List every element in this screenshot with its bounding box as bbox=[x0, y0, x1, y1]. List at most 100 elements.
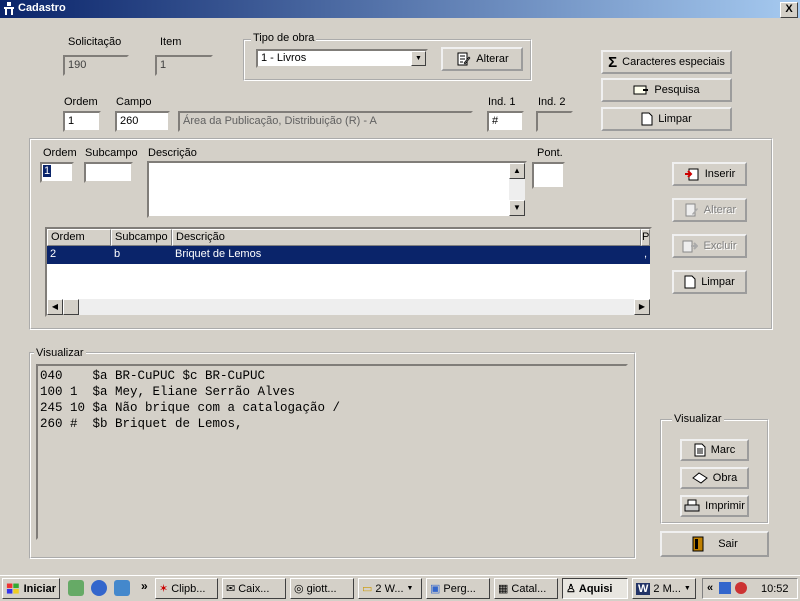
word-icon: W bbox=[636, 582, 651, 595]
descricao-textarea[interactable]: ▲ ▼ bbox=[147, 161, 527, 218]
task-m[interactable]: W2 M... ▼ bbox=[632, 578, 696, 599]
task-label: 2 W... bbox=[375, 582, 404, 595]
app-icon bbox=[4, 2, 14, 15]
blank-page-icon bbox=[641, 112, 653, 126]
subcampo-field[interactable] bbox=[84, 162, 133, 183]
pointing-hand-icon bbox=[633, 85, 649, 95]
clipboard-icon: ✶ bbox=[159, 583, 169, 595]
visualizar-legend: Visualizar bbox=[34, 347, 86, 359]
task-w[interactable]: ▭ 2 W... ▼ bbox=[358, 578, 422, 599]
obra-button[interactable]: Obra bbox=[680, 467, 749, 489]
scroll-up-icon[interactable]: ▲ bbox=[509, 163, 525, 179]
exit-door-icon bbox=[692, 536, 704, 552]
delete-icon bbox=[682, 240, 699, 253]
task-giott[interactable]: ◎ giott... bbox=[290, 578, 354, 599]
campo-label: Campo bbox=[116, 96, 152, 108]
limpar-sub-button[interactable]: Limpar bbox=[672, 270, 747, 294]
item-field: 1 bbox=[155, 55, 213, 76]
marc-line: 100 1 $a Mey, Eliane Serrão Alves bbox=[40, 385, 296, 399]
task-label: Perg... bbox=[443, 582, 476, 595]
grid-header-subcampo[interactable]: Subcampo bbox=[111, 229, 172, 246]
ordem-field[interactable]: 1 bbox=[63, 111, 101, 132]
pesquisa-label: Pesquisa bbox=[654, 84, 700, 96]
marc-button[interactable]: Marc bbox=[680, 439, 749, 461]
tipo-obra-alterar-button[interactable]: Alterar bbox=[441, 47, 523, 71]
task-aquisi[interactable]: ♙ Aquisi bbox=[562, 578, 628, 599]
close-button[interactable]: X bbox=[780, 2, 798, 18]
excluir-button[interactable]: Excluir bbox=[672, 234, 747, 258]
tipo-obra-value: 1 - Livros bbox=[261, 52, 307, 64]
pont-field[interactable] bbox=[532, 162, 565, 189]
ind2-label: Ind. 2 bbox=[538, 96, 566, 108]
pesquisa-button[interactable]: Pesquisa bbox=[601, 78, 732, 102]
start-button[interactable]: Iniciar bbox=[2, 578, 60, 599]
blank-page-icon bbox=[684, 275, 696, 289]
chevron-down-icon: ▼ bbox=[406, 585, 414, 592]
ordem-label: Ordem bbox=[64, 96, 98, 108]
chevron-more-icon[interactable]: » bbox=[141, 579, 148, 593]
chevron-down-icon[interactable]: ▼ bbox=[411, 51, 426, 66]
marc-line: 245 10 $a Não brique com a catalogação / bbox=[40, 401, 341, 415]
browser-icon[interactable] bbox=[91, 580, 107, 596]
edit-document-icon bbox=[685, 203, 698, 217]
alterar-button[interactable]: Alterar bbox=[672, 198, 747, 222]
grid-header-ordem[interactable]: Ordem bbox=[47, 229, 111, 246]
quicklaunch-icon[interactable] bbox=[68, 580, 84, 596]
desktop-icon[interactable] bbox=[114, 580, 130, 596]
system-tray: « 10:52 bbox=[702, 578, 798, 599]
task-label: Clipb... bbox=[171, 582, 206, 595]
task-clipb[interactable]: ✶ Clipb... bbox=[155, 578, 218, 599]
chevron-down-icon: ▼ bbox=[683, 585, 691, 592]
tray-network-icon[interactable] bbox=[719, 582, 731, 594]
sub-ordem-field[interactable]: 1 bbox=[40, 162, 74, 183]
task-label: giott... bbox=[306, 582, 337, 595]
inserir-button[interactable]: Inserir bbox=[672, 162, 747, 186]
scroll-down-icon[interactable]: ▼ bbox=[509, 200, 525, 216]
scroll-left-icon[interactable]: ◀ bbox=[47, 299, 63, 315]
solicitacao-field: 190 bbox=[63, 55, 129, 76]
marc-label: Marc bbox=[710, 444, 736, 456]
tipo-obra-select[interactable]: 1 - Livros ▼ bbox=[256, 49, 428, 68]
task-label: Catal... bbox=[511, 582, 547, 595]
grid-header-descricao[interactable]: Descrição bbox=[172, 229, 641, 246]
ind2-field bbox=[536, 111, 573, 132]
alterar-label: Alterar bbox=[476, 53, 509, 65]
scroll-right-icon[interactable]: ▶ bbox=[634, 299, 650, 315]
subcampo-grid[interactable]: Ordem Subcampo Descrição Po 2 b Briquet … bbox=[45, 227, 652, 317]
obra-label: Obra bbox=[712, 472, 738, 484]
limpar-sub-label: Limpar bbox=[701, 276, 735, 288]
document-icon bbox=[694, 443, 706, 457]
campo-field[interactable]: 260 bbox=[115, 111, 170, 132]
grid-icon: ▦ bbox=[498, 583, 509, 595]
tipo-obra-legend: Tipo de obra bbox=[251, 32, 317, 44]
task-perg[interactable]: ▣ Perg... bbox=[426, 578, 490, 599]
caracteres-label: Caracteres especiais bbox=[622, 56, 725, 68]
caracteres-especiais-button[interactable]: Σ Caracteres especiais bbox=[601, 50, 732, 74]
ind1-field[interactable]: # bbox=[487, 111, 524, 132]
edit-document-icon bbox=[457, 52, 471, 66]
limpar-top-button[interactable]: Limpar bbox=[601, 107, 732, 131]
tray-status-icon[interactable] bbox=[735, 582, 747, 594]
grid-cell-ordem: 2 bbox=[50, 248, 57, 260]
table-row[interactable]: 2 b Briquet de Lemos , bbox=[47, 246, 650, 264]
inserir-label: Inserir bbox=[704, 168, 736, 180]
imprimir-button[interactable]: Imprimir bbox=[680, 495, 749, 517]
folder-icon: ▭ bbox=[362, 583, 373, 595]
subcampo-label: Subcampo bbox=[85, 147, 138, 159]
task-catal[interactable]: ▦ Catal... bbox=[494, 578, 558, 599]
task-label: Caix... bbox=[238, 582, 270, 595]
window-title: Cadastro bbox=[18, 2, 66, 14]
sub-ordem-label: Ordem bbox=[43, 147, 77, 159]
tray-expand-icon[interactable]: « bbox=[707, 582, 713, 594]
grid-hscrollbar[interactable]: ◀ ▶ bbox=[47, 299, 650, 315]
scroll-thumb[interactable] bbox=[63, 299, 79, 315]
sair-button[interactable]: Sair bbox=[660, 531, 769, 557]
printer-icon bbox=[684, 499, 700, 512]
marc-preview[interactable]: 040 $a BR-CuPUC $c BR-CuPUC 100 1 $a Mey,… bbox=[36, 364, 628, 540]
descricao-scrollbar[interactable]: ▲ ▼ bbox=[509, 163, 525, 216]
grid-header-pont[interactable]: Po bbox=[641, 229, 650, 246]
network-icon: ◎ bbox=[294, 583, 304, 595]
app-icon: ▣ bbox=[430, 583, 441, 595]
visualizar-options-legend: Visualizar bbox=[672, 413, 724, 425]
task-caix[interactable]: ✉ Caix... bbox=[222, 578, 286, 599]
